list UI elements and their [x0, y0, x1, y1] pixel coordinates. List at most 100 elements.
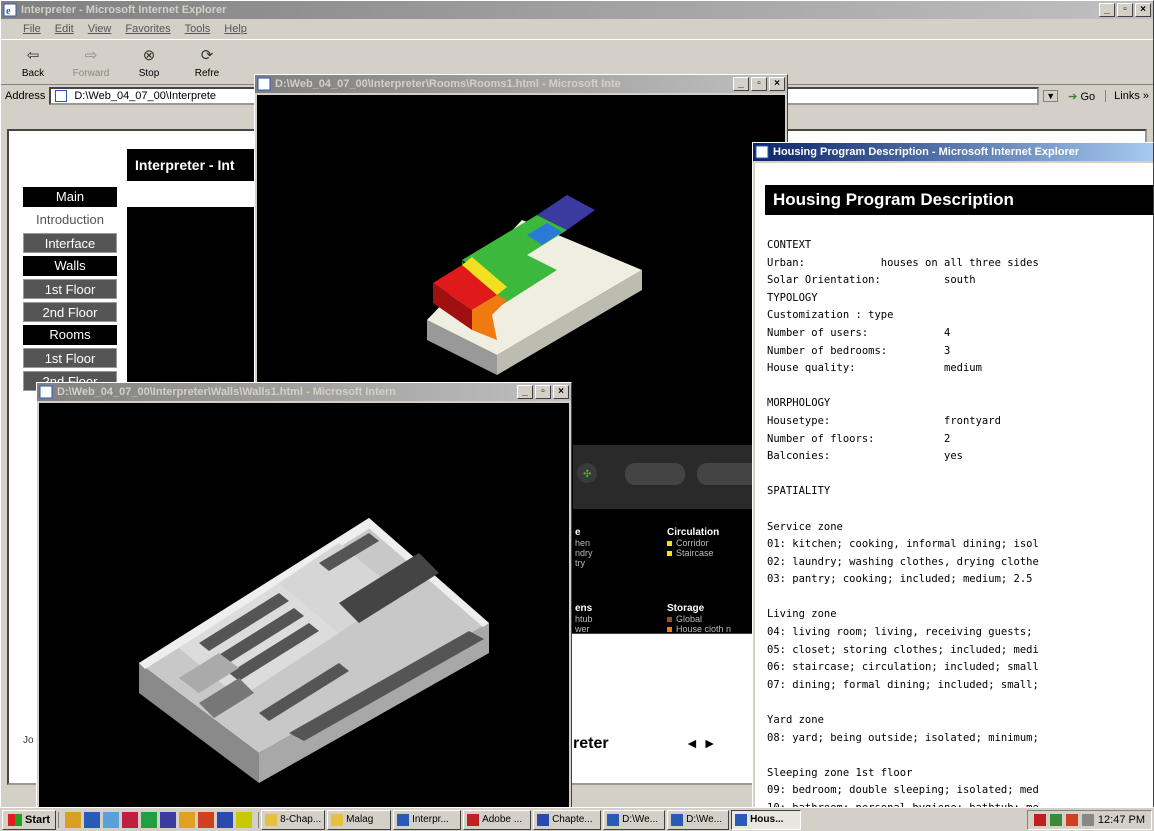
walls-titlebar[interactable]: D:\Web_04_07_00\Interpreter\Walls\Walls1…	[37, 383, 571, 401]
taskbar-button[interactable]: D:\We...	[603, 809, 666, 830]
ie-icon	[397, 813, 410, 826]
close-button[interactable]: ×	[769, 77, 785, 91]
clock[interactable]: 12:47 PM	[1098, 814, 1145, 826]
program-line: 02: laundry; washing clothes, drying clo…	[767, 555, 1039, 568]
legend-label: Global	[676, 614, 703, 624]
quicklaunch-icon[interactable]	[84, 811, 101, 828]
program-line: SPATIALITY	[767, 485, 831, 498]
menu-favorites[interactable]: Favorites	[125, 23, 170, 35]
housing-titlebar[interactable]: Housing Program Description - Microsoft …	[753, 143, 1153, 161]
svg-text:e: e	[6, 6, 11, 17]
task-label: Adobe ...	[482, 814, 523, 825]
go-button[interactable]: ➔ Go	[1062, 90, 1101, 103]
maximize-button[interactable]: ▫	[751, 77, 767, 91]
program-line: House quality: medium	[767, 362, 982, 375]
menu-tools[interactable]: Tools	[185, 23, 211, 35]
quicklaunch-icon[interactable]	[198, 811, 215, 828]
program-line	[767, 378, 1153, 396]
program-line: TYPOLOGY	[767, 291, 818, 304]
tray-icon[interactable]	[1033, 813, 1046, 826]
nav-introduction[interactable]: Introduction	[23, 210, 117, 230]
taskbar-button-active[interactable]: Hous...	[731, 809, 802, 830]
nav-rooms[interactable]: Rooms	[23, 325, 117, 345]
program-line: Living zone	[767, 608, 837, 621]
program-line: 09: bedroom; double sleeping; isolated; …	[767, 784, 1039, 797]
quicklaunch-icon[interactable]	[141, 811, 158, 828]
legend-swatch	[667, 626, 672, 632]
program-line: Number of users: 4	[767, 326, 951, 339]
menu-view[interactable]: View	[88, 23, 112, 35]
nav-walls[interactable]: Walls	[23, 256, 117, 276]
walls-3d-viewport[interactable]	[39, 403, 569, 811]
address-dropdown-icon[interactable]: ▼	[1043, 90, 1059, 102]
quicklaunch-icon[interactable]	[160, 811, 177, 828]
links-button[interactable]: Links »	[1105, 90, 1149, 102]
menu-help[interactable]: Help	[224, 23, 247, 35]
menu-file[interactable]: File	[23, 23, 41, 35]
ie-icon	[257, 77, 271, 91]
tray-icon[interactable]	[1049, 813, 1062, 826]
forward-button[interactable]: ⇨ Forward	[65, 44, 117, 79]
legend-item: wer	[575, 624, 595, 633]
legend-header-storage: Storage	[667, 603, 705, 614]
program-line: Urban: houses on all three sides	[767, 256, 1039, 269]
nav-walls-2nd-floor[interactable]: 2nd Floor	[23, 302, 117, 322]
close-button[interactable]: ×	[1135, 3, 1151, 17]
close-button[interactable]: ×	[553, 385, 569, 399]
taskbar-button[interactable]: D:\We...	[667, 809, 730, 830]
adobe-icon	[467, 813, 480, 826]
maximize-button[interactable]: ▫	[535, 385, 551, 399]
ie-icon	[39, 385, 53, 399]
taskbar-button[interactable]: 8-Chap...	[261, 809, 326, 830]
program-line: 08: yard; being outside; isolated; minim…	[767, 731, 1039, 744]
viewer-dial[interactable]	[625, 463, 685, 485]
program-line: CONTEXT	[767, 239, 812, 251]
legend-swatch	[667, 550, 672, 556]
task-label: D:\We...	[622, 814, 658, 825]
taskbar-button[interactable]: Malag	[327, 809, 392, 830]
legend-item: Global	[667, 614, 731, 624]
quicklaunch-icon[interactable]	[103, 811, 120, 828]
quicklaunch-icon[interactable]	[217, 811, 234, 828]
main-titlebar[interactable]: e Interpreter - Microsoft Internet Explo…	[1, 1, 1153, 19]
legend-label: House cloth n	[676, 624, 732, 634]
volume-icon[interactable]	[1081, 813, 1094, 826]
housing-content: Housing Program Description CONTEXT Urban…	[755, 163, 1153, 809]
rooms-titlebar[interactable]: D:\Web_04_07_00\Interpreter\Rooms\Rooms1…	[255, 75, 787, 93]
stop-button[interactable]: ⊗ Stop	[123, 44, 175, 79]
legend-header: ens	[575, 603, 593, 614]
minimize-button[interactable]: _	[733, 77, 749, 91]
nav-walls-1st-floor[interactable]: 1st Floor	[23, 279, 117, 299]
legend-label: hen	[575, 538, 591, 548]
menu-edit[interactable]: Edit	[55, 23, 74, 35]
quicklaunch-icon[interactable]	[65, 811, 82, 828]
minimize-button[interactable]: _	[1099, 3, 1115, 17]
quicklaunch-icon[interactable]	[122, 811, 139, 828]
address-label: Address	[5, 90, 46, 102]
legend-item: try	[575, 558, 593, 568]
minimize-button[interactable]: _	[517, 385, 533, 399]
maximize-button[interactable]: ▫	[1117, 3, 1133, 17]
system-tray: 12:47 PM	[1026, 809, 1152, 830]
program-line: 01: kitchen; cooking, informal dining; i…	[767, 538, 1039, 551]
nav-interface[interactable]: Interface	[23, 233, 117, 253]
taskbar-button[interactable]: Adobe ...	[463, 809, 532, 830]
legend-item: House cloth n	[667, 624, 732, 634]
page-title: Interpreter - Int	[127, 149, 267, 181]
program-line: Housetype: frontyard	[767, 414, 1001, 427]
back-button[interactable]: ⇦ Back	[7, 44, 59, 79]
refresh-button[interactable]: ⟳ Refre	[181, 44, 233, 79]
nav-rooms-1st-floor[interactable]: 1st Floor	[23, 348, 117, 368]
quicklaunch-icon[interactable]	[236, 811, 253, 828]
start-button[interactable]: Start	[2, 809, 57, 830]
taskbar-button[interactable]: Interpr...	[393, 809, 462, 830]
windows-logo-icon	[8, 813, 22, 826]
word-icon	[537, 813, 550, 826]
program-line: Number of bedrooms: 3	[767, 344, 951, 357]
nav-main[interactable]: Main	[23, 187, 117, 207]
quicklaunch-icon[interactable]	[179, 811, 196, 828]
rooms-window-title: D:\Web_04_07_00\Interpreter\Rooms\Rooms1…	[275, 78, 621, 90]
tray-icon[interactable]	[1065, 813, 1078, 826]
page-nav-arrows[interactable]: ◄ ►	[685, 735, 717, 751]
taskbar-button[interactable]: Chapte...	[533, 809, 602, 830]
